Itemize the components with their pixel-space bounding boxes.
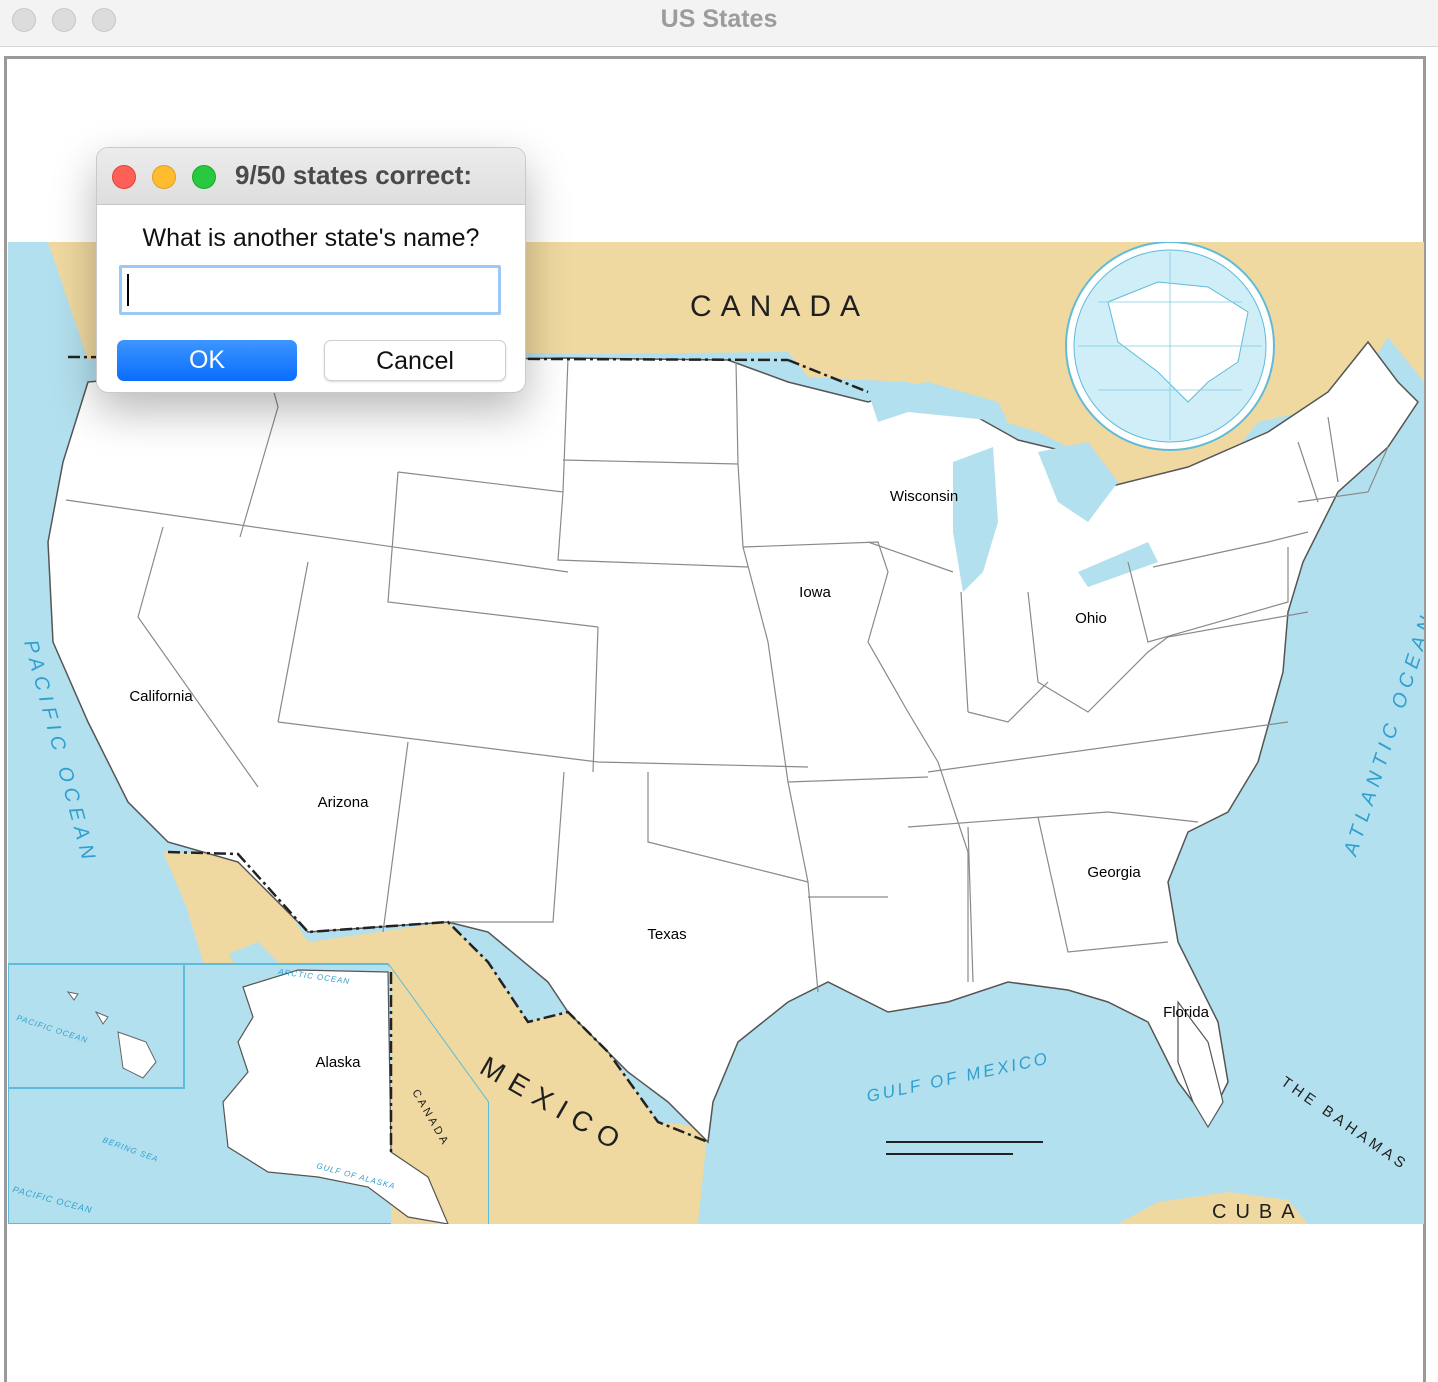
text-cursor bbox=[127, 274, 129, 306]
state-label-arizona: Arizona bbox=[318, 794, 370, 811]
state-input-dialog: 9/50 states correct: What is another sta… bbox=[96, 147, 526, 393]
state-label-iowa: Iowa bbox=[799, 584, 831, 601]
dialog-zoom-button[interactable] bbox=[192, 165, 216, 189]
dialog-titlebar: 9/50 states correct: bbox=[97, 148, 525, 205]
state-label-alaska: Alaska bbox=[315, 1054, 361, 1071]
state-label-texas: Texas bbox=[647, 926, 686, 943]
state-label-florida: Florida bbox=[1163, 1004, 1210, 1021]
dialog-close-button[interactable] bbox=[112, 165, 136, 189]
window-titlebar: US States bbox=[0, 0, 1438, 47]
cuba-label: CUBA bbox=[1212, 1201, 1304, 1223]
dialog-prompt: What is another state's name? bbox=[142, 224, 480, 252]
ok-button[interactable]: OK bbox=[117, 340, 297, 381]
dialog-minimize-button[interactable] bbox=[152, 165, 176, 189]
state-label-wisconsin: Wisconsin bbox=[890, 488, 958, 505]
state-label-ohio: Ohio bbox=[1075, 610, 1107, 627]
canada-label: CANADA bbox=[690, 290, 869, 323]
dialog-title: 9/50 states correct: bbox=[235, 160, 473, 190]
cancel-button[interactable]: Cancel bbox=[324, 340, 506, 381]
state-label-california: California bbox=[129, 688, 193, 705]
window-title: US States bbox=[660, 5, 778, 33]
state-name-input[interactable] bbox=[119, 265, 501, 315]
state-label-georgia: Georgia bbox=[1087, 864, 1141, 881]
